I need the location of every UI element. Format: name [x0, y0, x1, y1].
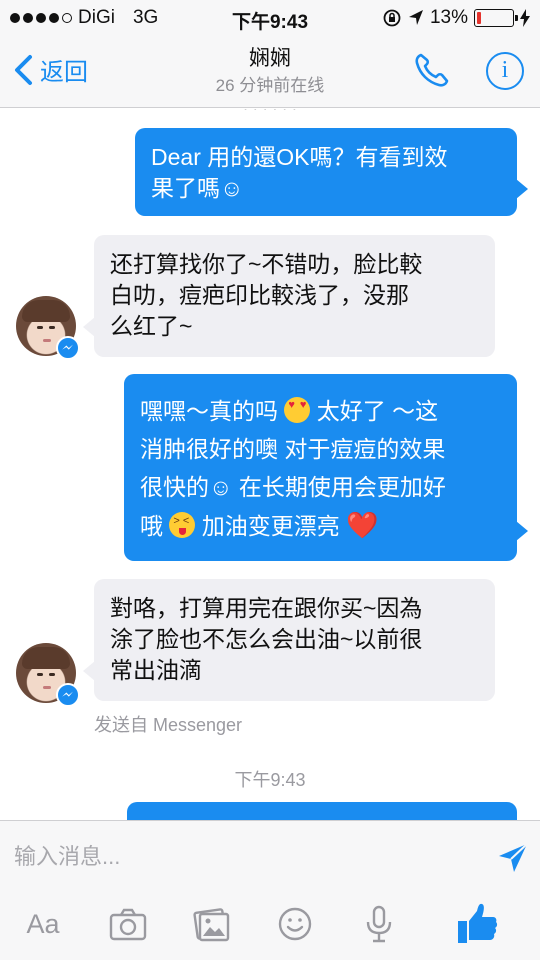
composer: Aa [0, 820, 540, 960]
location-arrow-icon [408, 10, 423, 25]
bubble-tail [83, 317, 95, 337]
message-text: 哦 [140, 513, 163, 539]
message-timestamp: 下午9:43 [234, 770, 306, 790]
message-line: 果了嗎☺ [151, 175, 244, 201]
incoming-message[interactable]: 對咯，打算用完在跟你买~因為 涂了脸也不怎么会出油~以前很 常出油滴 [94, 579, 495, 701]
outgoing-message[interactable]: 嘿嘿～真的吗 太好了 ～这 消肿很好的噢 对于痘痘的效果 很快的☺ 在长期使用会… [124, 374, 517, 561]
message-line: 还打算找你了~不错叻，脸比較 [110, 251, 423, 277]
heart-eyes-emoji-icon [284, 397, 311, 423]
contact-name[interactable]: 娴娴 [0, 42, 540, 72]
thumbs-up-icon[interactable] [452, 899, 502, 949]
bubble-tail [516, 521, 528, 541]
send-icon[interactable] [496, 841, 530, 875]
message-list[interactable]: · · · · · · Dear 用的還OK嗎？有看到效 果了嗎☺ 还打算找你了… [0, 109, 540, 820]
status-right: 13% [382, 7, 530, 29]
battery-icon [474, 9, 518, 27]
battery-fill [477, 12, 482, 24]
message-line: 對咯，打算用完在跟你买~因為 [110, 595, 423, 621]
charging-bolt-icon [520, 9, 530, 27]
text-format-button[interactable]: Aa [18, 899, 68, 949]
messenger-badge-icon [56, 683, 80, 707]
message-line: Dear 用的還OK嗎？有看到效 [151, 144, 448, 170]
message-line: 消肿很好的噢 对于痘痘的效果 [140, 436, 446, 462]
message-text: 嘿嘿～真的吗 [140, 398, 278, 424]
phone-icon[interactable] [412, 50, 452, 90]
squinting-tongue-emoji-icon [169, 512, 196, 538]
message-line: 涂了脸也不怎么会出油~以前很 [110, 626, 423, 652]
message-line: 很快的☺ 在长期使用会更加好 [140, 474, 446, 500]
status-bar: DiGi 3G 下午9:43 13% [0, 0, 540, 36]
rotation-lock-icon [383, 9, 401, 27]
sent-from-label: 发送自 Messenger [94, 715, 243, 735]
sticker-smiley-icon[interactable] [270, 899, 320, 949]
outgoing-message[interactable]: Dear 用的還OK嗎？有看到效 果了嗎☺ [135, 128, 517, 216]
info-icon[interactable]: i [486, 52, 524, 90]
photo-gallery-icon[interactable] [186, 899, 236, 949]
red-heart-emoji-icon: ❤️ [346, 510, 379, 540]
message-input[interactable] [14, 831, 484, 883]
microphone-icon[interactable] [354, 899, 404, 949]
bubble-tail [83, 661, 95, 681]
message-text: 太好了 ～这 [316, 398, 439, 424]
messenger-badge-icon [56, 336, 80, 360]
presence-status: 26 分钟前在线 [215, 76, 325, 95]
timestamp-partial: · · · · · · [0, 109, 540, 118]
conversation-header: 返回 娴娴 26 分钟前在线 i [0, 36, 540, 108]
incoming-message[interactable]: 还打算找你了~不错叻，脸比較 白叻，痘疤印比較浅了，没那 么红了~ [94, 235, 495, 357]
message-line: 嘿嘿～真的吗 太好了 ～这 [140, 392, 501, 430]
message-text: 加油变更漂亮 [201, 513, 340, 539]
contact-avatar[interactable] [16, 643, 80, 707]
camera-icon[interactable] [103, 899, 153, 949]
message-line: 白叻，痘疤印比較浅了，没那 [110, 282, 409, 308]
message-line: 常出油滴 [110, 657, 202, 683]
message-line: 哦 加油变更漂亮 ❤️ [140, 506, 501, 545]
battery-percent: 13% [429, 7, 468, 28]
composer-toolbar: Aa [0, 899, 540, 953]
contact-avatar[interactable] [16, 296, 80, 360]
bubble-tail [516, 179, 528, 199]
message-line: 么红了~ [110, 313, 193, 339]
outgoing-message-partial[interactable] [127, 802, 517, 820]
